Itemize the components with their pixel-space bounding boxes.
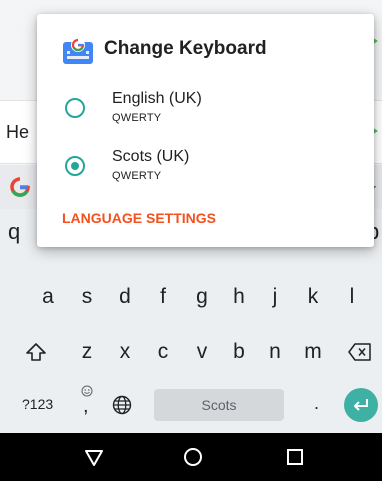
enter-key[interactable] (344, 388, 378, 422)
key-x[interactable]: x (108, 340, 142, 364)
navigation-bar (0, 433, 382, 481)
key-a[interactable]: a (31, 285, 65, 309)
key-m[interactable]: m (296, 340, 330, 364)
key-n[interactable]: n (258, 340, 292, 364)
gboard-icon (63, 38, 93, 64)
key-b[interactable]: b (222, 340, 256, 364)
key-s[interactable]: s (70, 285, 104, 309)
option-layout: QWERTY (112, 170, 162, 182)
key-j[interactable]: j (258, 285, 292, 309)
dialog-title: Change Keyboard (104, 38, 267, 59)
key-l[interactable]: l (335, 285, 369, 309)
nav-recents-icon[interactable] (283, 445, 307, 469)
radio-scots-uk[interactable] (65, 156, 85, 176)
comma-emoji-key[interactable]: , (78, 385, 96, 421)
option-label: Scots (UK) (112, 148, 190, 165)
symbols-key[interactable]: ?123 (22, 396, 53, 412)
comma-label: , (83, 395, 89, 417)
key-z[interactable]: z (70, 340, 104, 364)
option-label: English (UK) (112, 90, 202, 107)
option-english-uk[interactable]: English (UK) QWERTY (37, 83, 374, 139)
option-layout: QWERTY (112, 112, 162, 124)
key-k[interactable]: k (296, 285, 330, 309)
key-g[interactable]: g (185, 285, 219, 309)
key-d[interactable]: d (108, 285, 142, 309)
backspace-icon[interactable] (348, 343, 372, 361)
message-text: He (6, 122, 30, 142)
language-settings-button[interactable]: LANGUAGE SETTINGS (62, 210, 216, 226)
change-keyboard-dialog: Change Keyboard English (UK) QWERTY Scot… (37, 14, 374, 247)
period-key[interactable]: . (314, 393, 319, 414)
key-c[interactable]: c (146, 340, 180, 364)
key-v[interactable]: v (185, 340, 219, 364)
nav-home-icon[interactable] (181, 445, 205, 469)
key-f[interactable]: f (146, 285, 180, 309)
globe-icon[interactable] (112, 395, 132, 415)
key-h[interactable]: h (222, 285, 256, 309)
radio-selected-dot (71, 162, 79, 170)
shift-icon[interactable] (25, 341, 47, 363)
option-scots-uk[interactable]: Scots (UK) QWERTY (37, 141, 374, 197)
google-g-icon[interactable] (10, 177, 30, 197)
enter-icon (354, 399, 368, 411)
space-key[interactable]: Scots (154, 389, 284, 421)
key-q[interactable]: q (8, 219, 20, 245)
radio-english-uk[interactable] (65, 98, 85, 118)
nav-back-icon[interactable] (82, 445, 106, 469)
